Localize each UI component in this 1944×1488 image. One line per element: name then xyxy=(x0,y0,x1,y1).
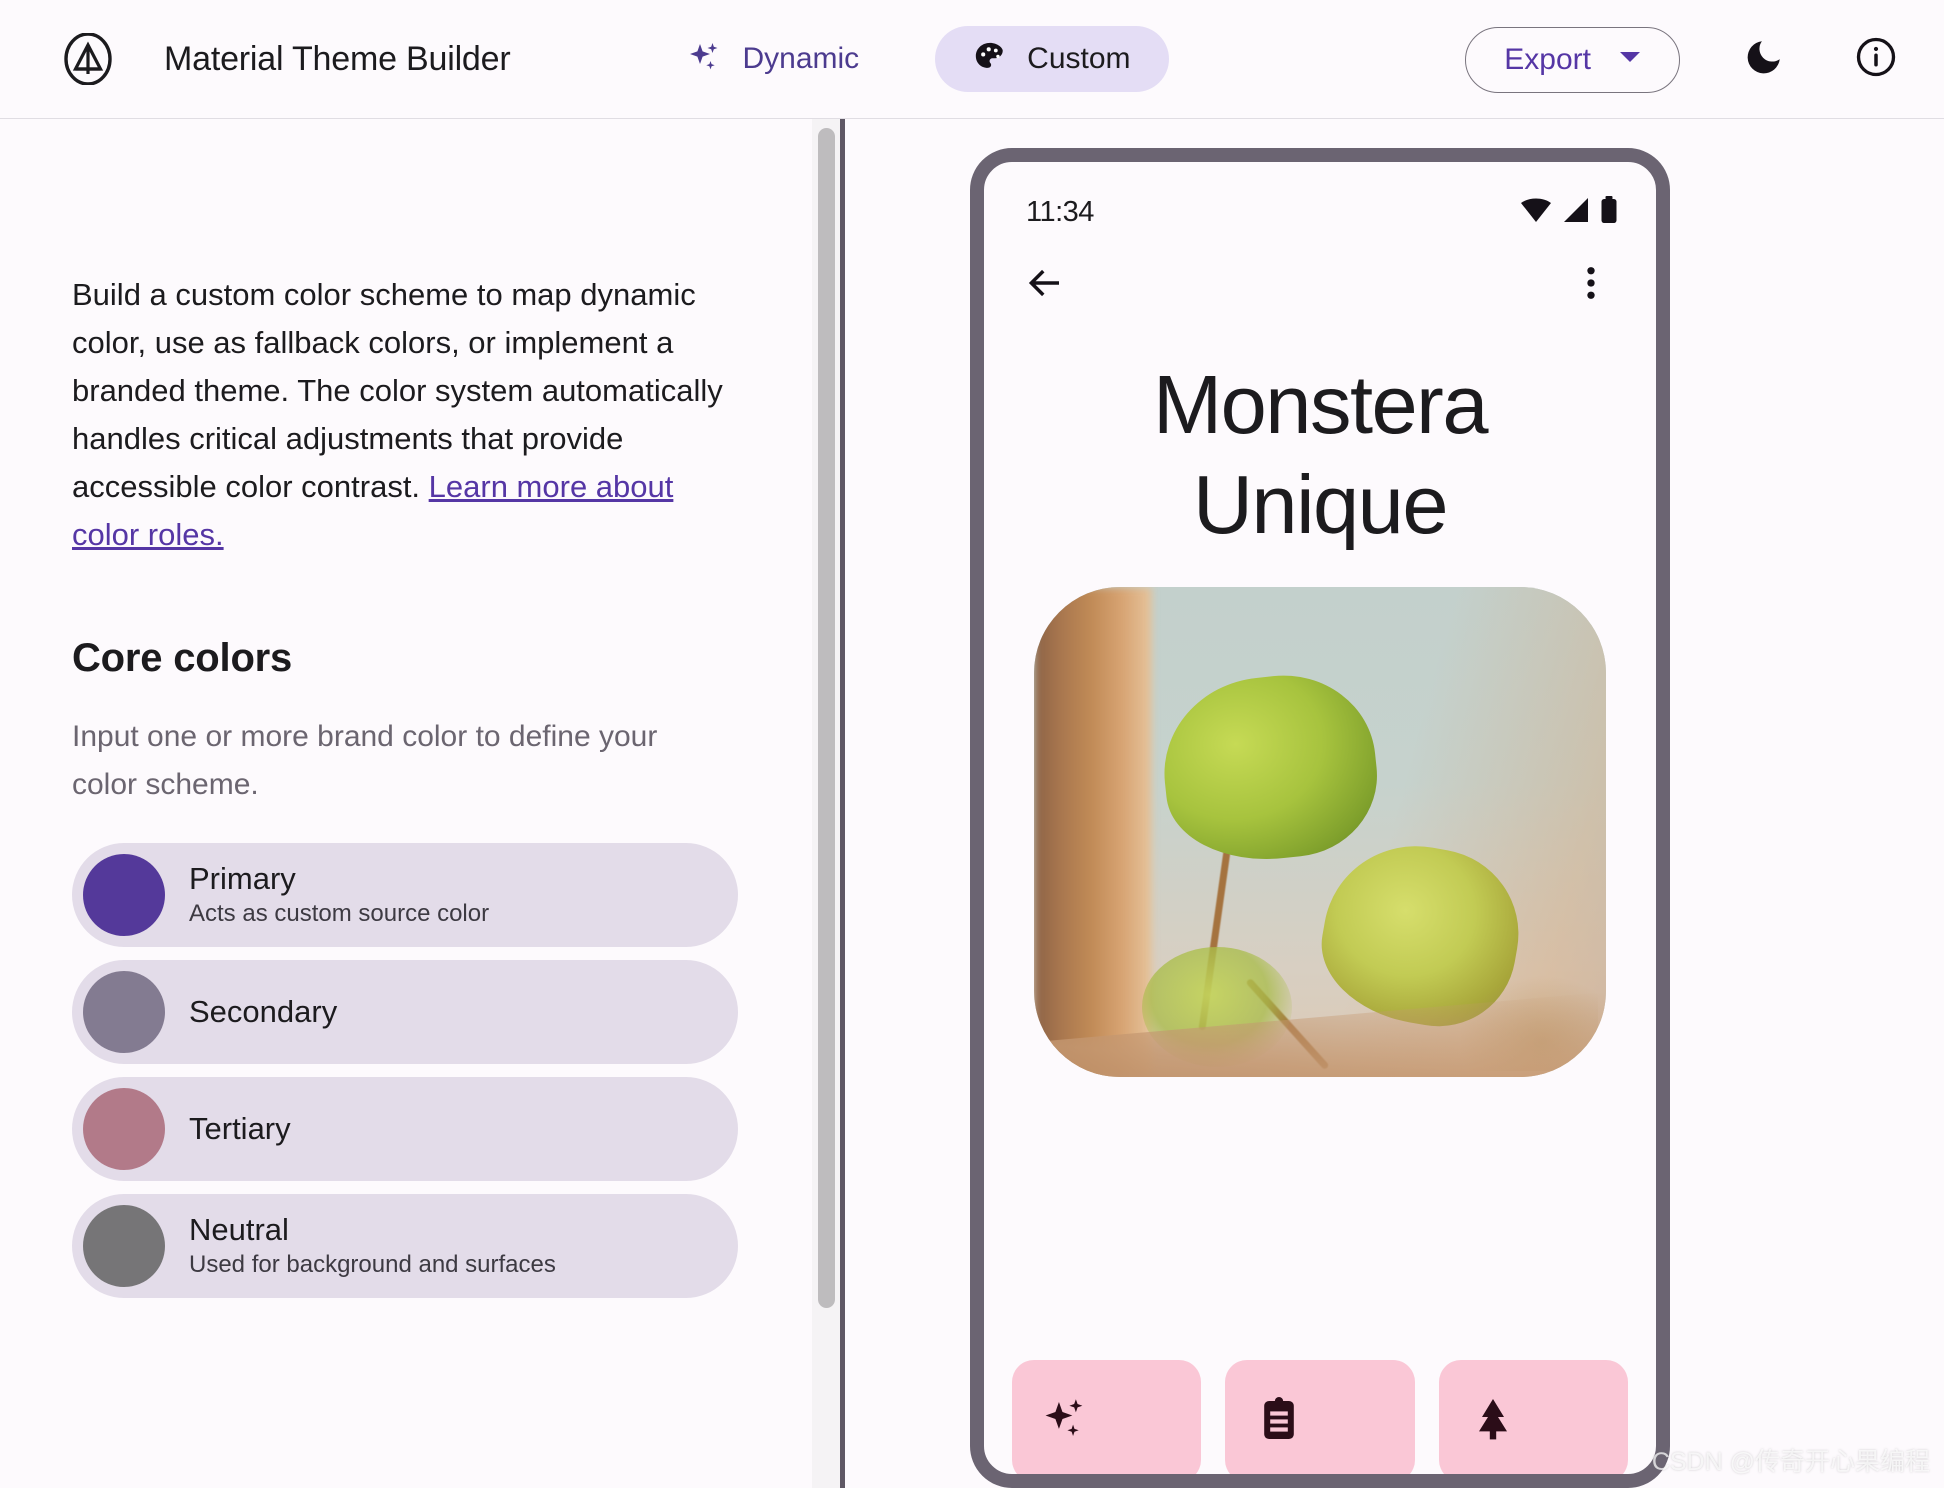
top-app-bar: Material Theme Builder Dynamic Custom Ex… xyxy=(0,0,1944,119)
header-actions: Export xyxy=(1465,0,1904,119)
color-desc-neutral: Used for background and surfaces xyxy=(189,1251,556,1278)
phone-status-bar: 11:34 xyxy=(984,162,1656,234)
battery-icon xyxy=(1600,195,1618,229)
core-colors-list: Primary Acts as custom source color Seco… xyxy=(72,843,740,1298)
color-name-tertiary: Tertiary xyxy=(189,1111,291,1146)
app-root: Material Theme Builder Dynamic Custom Ex… xyxy=(0,0,1944,1488)
tab-custom[interactable]: Custom xyxy=(935,26,1169,92)
color-dot-neutral[interactable] xyxy=(83,1205,165,1287)
left-panel: Build a custom color scheme to map dynam… xyxy=(0,119,812,1488)
color-row-tertiary-text: Tertiary xyxy=(189,1110,291,1148)
tab-dynamic[interactable]: Dynamic xyxy=(654,26,893,92)
color-dot-tertiary[interactable] xyxy=(83,1088,165,1170)
color-row-secondary[interactable]: Secondary xyxy=(72,960,738,1064)
material-m-logo-icon xyxy=(62,32,114,86)
left-panel-scrollbar-thumb[interactable] xyxy=(818,128,835,1308)
color-row-secondary-text: Secondary xyxy=(189,993,337,1031)
mode-segmented-control: Dynamic Custom xyxy=(654,26,1169,92)
park-tree-icon xyxy=(1469,1395,1517,1448)
color-dot-secondary[interactable] xyxy=(83,971,165,1053)
phone-mockup: 11:34 Monstera Unique xyxy=(970,148,1670,1488)
moon-icon xyxy=(1743,36,1785,83)
hero-window-frame xyxy=(1034,587,1152,1077)
page-title: Material Theme Builder xyxy=(164,39,511,78)
phone-headline-line1: Monstera xyxy=(1153,358,1488,451)
tab-custom-label: Custom xyxy=(1027,42,1131,75)
info-circle-icon xyxy=(1855,36,1897,83)
status-icon-group xyxy=(1520,195,1618,229)
wifi-icon xyxy=(1520,196,1552,229)
dark-mode-toggle[interactable] xyxy=(1736,32,1792,88)
color-row-neutral[interactable]: Neutral Used for background and surfaces xyxy=(72,1194,738,1298)
chevron-down-icon xyxy=(1619,50,1641,69)
brand: Material Theme Builder xyxy=(62,32,511,86)
color-row-primary-text: Primary Acts as custom source color xyxy=(189,860,489,930)
preview-panel: 11:34 Monstera Unique xyxy=(845,119,1944,1488)
color-name-primary: Primary xyxy=(189,861,296,896)
export-button-label: Export xyxy=(1504,42,1591,76)
action-card-1[interactable] xyxy=(1012,1360,1202,1474)
core-colors-heading: Core colors xyxy=(72,636,293,680)
action-card-3[interactable] xyxy=(1438,1360,1628,1474)
cell-signal-icon xyxy=(1562,196,1590,229)
color-row-neutral-text: Neutral Used for background and surfaces xyxy=(189,1211,556,1281)
status-time: 11:34 xyxy=(1026,195,1094,228)
color-name-secondary: Secondary xyxy=(189,994,338,1029)
more-vert-icon[interactable] xyxy=(1570,262,1612,309)
phone-headline: Monstera Unique xyxy=(984,355,1656,555)
sparkle-icon xyxy=(1042,1395,1090,1448)
action-card-2[interactable] xyxy=(1225,1360,1415,1474)
intro-paragraph: Build a custom color scheme to map dynam… xyxy=(72,271,732,559)
core-colors-subtitle: Input one or more brand color to define … xyxy=(72,720,658,801)
color-name-neutral: Neutral xyxy=(189,1212,289,1247)
arrow-back-icon[interactable] xyxy=(1024,262,1066,309)
export-button[interactable]: Export xyxy=(1465,26,1680,93)
color-desc-primary: Acts as custom source color xyxy=(189,900,490,927)
color-row-primary[interactable]: Primary Acts as custom source color xyxy=(72,843,738,947)
color-dot-primary[interactable] xyxy=(83,854,165,936)
phone-headline-line2: Unique xyxy=(1192,458,1449,551)
phone-toolbar xyxy=(984,234,1656,309)
tab-dynamic-label: Dynamic xyxy=(742,42,860,75)
hero-image xyxy=(1034,587,1606,1077)
color-row-tertiary[interactable]: Tertiary xyxy=(72,1077,738,1181)
sparkle-icon xyxy=(688,40,722,79)
palette-icon xyxy=(973,40,1007,79)
action-cards-row xyxy=(984,1360,1656,1474)
clipboard-icon xyxy=(1255,1395,1303,1448)
info-button[interactable] xyxy=(1848,32,1904,88)
